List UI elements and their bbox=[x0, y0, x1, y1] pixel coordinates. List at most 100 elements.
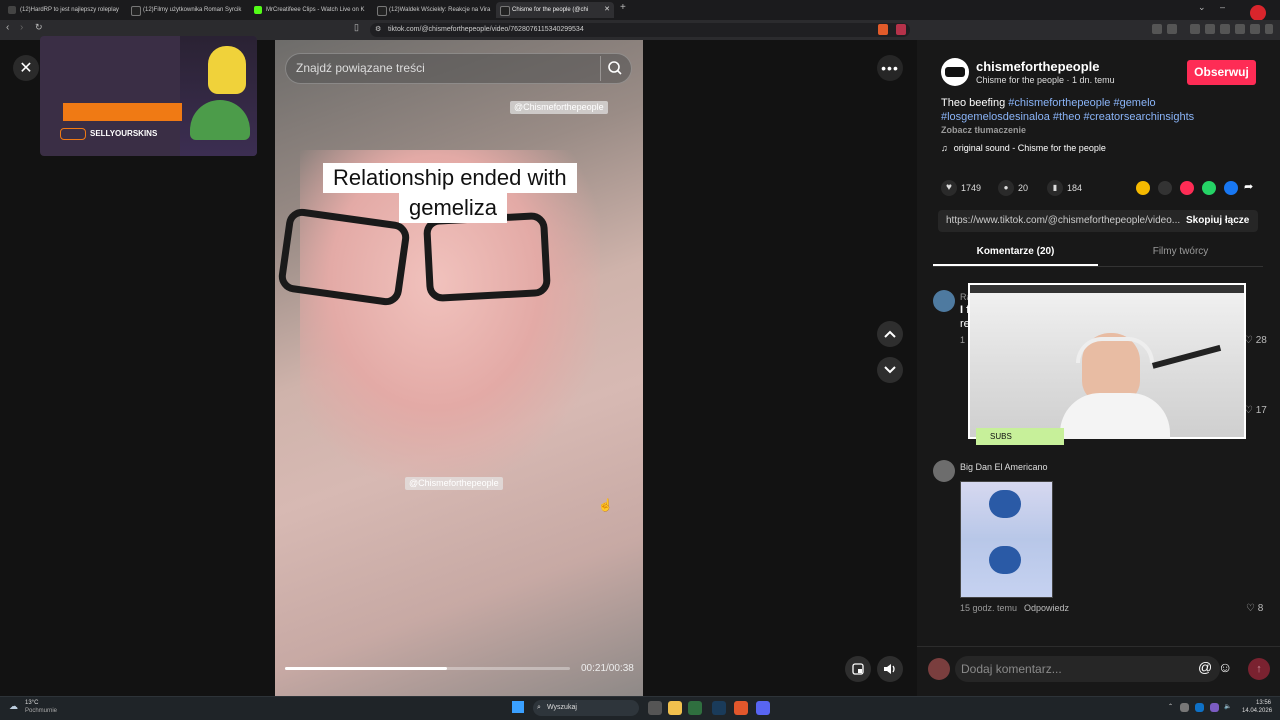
volume-tray-icon[interactable]: 🔈 bbox=[1224, 703, 1231, 710]
brave-browser-icon[interactable] bbox=[734, 701, 748, 715]
sound-row[interactable]: ♫ original sound - Chisme for the people bbox=[941, 143, 1106, 153]
tray-chevron-icon[interactable]: ⌃ bbox=[1168, 703, 1173, 710]
previous-video-icon[interactable] bbox=[877, 321, 903, 347]
hashtag-link[interactable]: #losgemelosdesinaloa #theo #creatorsearc… bbox=[941, 111, 1194, 123]
creator-username[interactable]: chismeforthepeople bbox=[976, 59, 1100, 74]
tab-creator-videos[interactable]: Filmy twórcy bbox=[1098, 246, 1263, 257]
video-watermark: @Chismeforthepeople bbox=[510, 101, 608, 114]
search-icon: ⌕ bbox=[537, 704, 541, 711]
site-info-icon[interactable]: ⚙ bbox=[375, 23, 381, 37]
menu-icon[interactable] bbox=[1265, 24, 1273, 34]
extension-icon[interactable] bbox=[1235, 24, 1245, 34]
comment-author[interactable]: Big Dan El Americano bbox=[960, 462, 1048, 472]
sound-name: original sound - Chisme for the people bbox=[953, 143, 1106, 153]
comment-like[interactable]: ♡ 28 bbox=[1244, 335, 1267, 346]
clock-time[interactable]: 13:56 bbox=[1256, 700, 1271, 706]
commenter-avatar[interactable] bbox=[933, 290, 955, 312]
picture-in-picture-icon[interactable] bbox=[845, 656, 871, 682]
video-time: 00:21/00:38 bbox=[581, 663, 634, 674]
tray-app-icon[interactable] bbox=[1210, 703, 1219, 712]
comment-meta: 1 bbox=[960, 335, 966, 345]
taskbar-search[interactable]: ⌕ Wyszukaj bbox=[533, 700, 639, 716]
comment-input[interactable]: Dodaj komentarz... bbox=[955, 656, 1220, 682]
hashtag-link[interactable]: #chismeforthepeople #gemelo bbox=[1008, 97, 1155, 109]
back-icon[interactable]: ‹ bbox=[6, 22, 9, 33]
new-tab-button[interactable]: + bbox=[620, 2, 626, 13]
repost-icon[interactable] bbox=[1136, 181, 1150, 195]
search-icon[interactable] bbox=[600, 56, 627, 81]
wallet-icon[interactable] bbox=[1220, 24, 1230, 34]
comment-like-count: 28 bbox=[1255, 335, 1267, 346]
extension-icon[interactable] bbox=[1167, 24, 1177, 34]
save-button[interactable]: ▮ 184 bbox=[1047, 180, 1082, 196]
start-icon[interactable] bbox=[512, 701, 524, 713]
clock-date[interactable]: 14.04.2026 bbox=[1242, 708, 1272, 714]
sidebar-icon[interactable] bbox=[1205, 24, 1215, 34]
forward-icon[interactable]: › bbox=[20, 22, 23, 33]
tray-app-icon[interactable] bbox=[1180, 703, 1189, 712]
copy-link-button[interactable]: Skopiuj łącze bbox=[1186, 210, 1249, 232]
browser-tab[interactable]: (12)Waldek Wściekły: Reakcje na Vira bbox=[373, 2, 491, 18]
address-bar[interactable]: ⚙ tiktok.com/@chismeforthepeople/video/7… bbox=[370, 23, 910, 37]
volume-icon[interactable] bbox=[877, 656, 903, 682]
app-icon[interactable] bbox=[688, 701, 702, 715]
extension-icon[interactable] bbox=[1190, 24, 1200, 34]
video-progress-fill bbox=[285, 667, 448, 670]
comment-image[interactable] bbox=[960, 481, 1053, 598]
related-search-input[interactable]: Znajdź powiązane treści bbox=[285, 53, 632, 84]
close-tab-icon[interactable]: ✕ bbox=[604, 2, 610, 18]
browser-tab[interactable]: (12)Filmy użytkownika Roman Syrcik bbox=[127, 2, 245, 18]
browser-tab-active[interactable]: Chisme for the people (@chi ✕ bbox=[496, 2, 614, 18]
brave-shield-icon[interactable] bbox=[878, 24, 888, 35]
tiktok-favicon-icon bbox=[131, 6, 141, 16]
close-icon[interactable]: ✕ bbox=[13, 55, 39, 81]
facebook-icon[interactable] bbox=[1224, 181, 1238, 195]
heart-outline-icon: ♡ bbox=[1246, 603, 1255, 614]
file-explorer-icon[interactable] bbox=[668, 701, 682, 715]
extension-icon[interactable] bbox=[1152, 24, 1162, 34]
share-arrow-icon[interactable]: ➦ bbox=[1244, 180, 1253, 193]
browser-tab[interactable]: MrCreatifeee Clips - Watch Live on K bbox=[250, 2, 368, 18]
tab-label: (12)HardRP to jest najlepszy roleplay bbox=[20, 7, 119, 13]
weather-icon[interactable]: ☁ bbox=[9, 701, 18, 712]
avatar[interactable] bbox=[941, 58, 969, 86]
commenter-avatar[interactable] bbox=[933, 460, 955, 482]
browser-tab[interactable]: (12)HardRP to jest najlepszy roleplay bbox=[4, 2, 122, 18]
bookmark-icon: ▮ bbox=[1047, 180, 1063, 196]
vpn-icon[interactable] bbox=[1250, 24, 1260, 34]
avatar-logo bbox=[945, 67, 965, 77]
comment-like[interactable]: ♡ 8 bbox=[1246, 603, 1263, 614]
post-comment-button[interactable]: ↑ bbox=[1248, 658, 1270, 680]
comment-button[interactable]: ● 20 bbox=[998, 180, 1028, 196]
tab-comments[interactable]: Komentarze (20) bbox=[933, 246, 1098, 257]
brave-rewards-icon[interactable] bbox=[896, 24, 906, 35]
tray-app-icon[interactable] bbox=[1195, 703, 1204, 712]
reply-button[interactable]: Odpowiedz bbox=[1024, 603, 1069, 613]
reload-icon[interactable]: ↻ bbox=[35, 22, 43, 33]
browser-tab-strip: (12)HardRP to jest najlepszy roleplay (1… bbox=[0, 0, 1280, 21]
emoji-icon[interactable]: ☺ bbox=[1218, 659, 1232, 675]
discord-icon[interactable] bbox=[756, 701, 770, 715]
streamer-webcam-overlay bbox=[968, 283, 1246, 439]
follow-button[interactable]: Obserwuj bbox=[1187, 60, 1256, 85]
task-view-icon[interactable] bbox=[648, 701, 662, 715]
comment-like[interactable]: ♡ 17 bbox=[1244, 405, 1267, 416]
mention-icon[interactable]: @ bbox=[1198, 659, 1212, 675]
taskbar-search-label: Wyszukaj bbox=[547, 704, 577, 711]
bookmark-icon[interactable]: ▯ bbox=[354, 22, 359, 33]
tab-search-icon[interactable]: ⌄ bbox=[1198, 2, 1206, 13]
caption-line: gemeliza bbox=[399, 193, 508, 223]
like-button[interactable]: ♥ 1749 bbox=[941, 180, 981, 196]
embed-icon[interactable] bbox=[1158, 181, 1172, 195]
caption-line: Relationship ended with bbox=[323, 163, 577, 193]
minimize-icon[interactable]: – bbox=[1220, 2, 1225, 12]
next-video-icon[interactable] bbox=[877, 357, 903, 383]
comment-meta: 15 godz. temu bbox=[960, 603, 1018, 613]
more-options-icon[interactable]: ••• bbox=[877, 55, 903, 81]
send-icon[interactable] bbox=[1180, 181, 1194, 195]
steam-icon[interactable] bbox=[712, 701, 726, 715]
see-translation-link[interactable]: Zobacz tłumaczenie bbox=[941, 125, 1026, 135]
whatsapp-icon[interactable] bbox=[1202, 181, 1216, 195]
my-avatar[interactable] bbox=[928, 658, 950, 680]
tiktok-favicon-icon bbox=[500, 6, 510, 16]
